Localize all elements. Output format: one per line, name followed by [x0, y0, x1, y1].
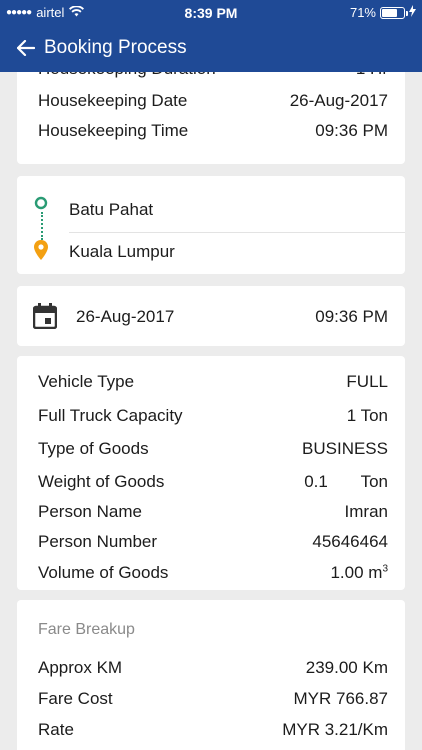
volume-value: 1.00 m	[330, 563, 383, 582]
fare-breakup-card: Fare Breakup Approx KM 239.00 Km Fare Co…	[17, 600, 405, 750]
vehicle-type-label: Vehicle Type	[38, 372, 135, 391]
route-divider	[69, 232, 405, 233]
fare-breakup-title: Fare Breakup	[38, 621, 135, 638]
approx-km-label: Approx KM	[38, 658, 123, 677]
back-arrow-icon[interactable]	[6, 28, 46, 68]
fare-cost-label: Fare Cost	[38, 689, 113, 708]
capacity-row: Full Truck Capacity 1 Ton	[38, 406, 388, 426]
goods-type-row: Type of Goods BUSINESS	[38, 439, 388, 459]
destination-marker-icon	[34, 240, 48, 265]
volume-row: Volume of Goods 1.00 m3	[38, 563, 388, 583]
origin-text[interactable]: Batu Pahat	[69, 200, 153, 220]
status-bar: ●●●●● airtel 8:39 PM 71%	[0, 0, 422, 24]
capacity-value: 1 Ton	[346, 406, 388, 425]
capacity-label: Full Truck Capacity	[38, 406, 183, 425]
weight-label: Weight of Goods	[38, 472, 165, 491]
person-number-value: 45646464	[312, 532, 388, 551]
housekeeping-time-value: 09:36 PM	[315, 121, 388, 140]
volume-label: Volume of Goods	[38, 563, 169, 582]
battery-percent: 71%	[349, 5, 376, 20]
vehicle-type-row: Vehicle Type FULL	[38, 372, 388, 392]
housekeeping-date-row: Housekeeping Date 26-Aug-2017	[38, 91, 388, 111]
weight-value-group: 0.1 Ton	[304, 472, 388, 492]
person-number-label: Person Number	[38, 532, 158, 551]
housekeeping-time-row: Housekeeping Time 09:36 PM	[38, 121, 388, 141]
weight-unit: Ton	[360, 472, 388, 491]
route-card: Batu Pahat Kuala Lumpur	[17, 176, 405, 274]
schedule-time: 09:36 PM	[315, 307, 388, 326]
rate-row: Rate MYR 3.21/Km	[38, 720, 388, 740]
schedule-date: 26-Aug-2017	[76, 307, 175, 326]
approx-km-row: Approx KM 239.00 Km	[38, 658, 388, 678]
approx-km-value: 239.00 Km	[305, 658, 388, 677]
fare-cost-row: Fare Cost MYR 766.87	[38, 689, 388, 709]
housekeeping-date-value: 26-Aug-2017	[289, 91, 388, 110]
calendar-icon[interactable]	[32, 303, 58, 334]
person-name-value: Imran	[344, 502, 388, 521]
person-name-row: Person Name Imran	[38, 502, 388, 522]
housekeeping-date-label: Housekeeping Date	[38, 91, 188, 110]
vehicle-type-value: FULL	[346, 372, 388, 391]
rate-value: MYR 3.21/Km	[282, 720, 388, 739]
battery-icon	[380, 6, 408, 19]
housekeeping-time-label: Housekeeping Time	[38, 121, 189, 140]
person-number-row: Person Number 45646464	[38, 532, 388, 552]
route-connector	[41, 212, 43, 240]
weight-value: 0.1	[304, 472, 328, 491]
volume-exponent: 3	[382, 563, 388, 575]
weight-row: Weight of Goods 0.1 Ton	[38, 472, 388, 492]
app-header: ●●●●● airtel 8:39 PM 71% Booking Process	[0, 0, 422, 72]
goods-type-label: Type of Goods	[38, 439, 149, 458]
booking-details-card: Vehicle Type FULL Full Truck Capacity 1 …	[17, 356, 405, 590]
fare-cost-value: MYR 766.87	[293, 689, 389, 708]
volume-value-group: 1.00 m3	[330, 563, 388, 583]
destination-text[interactable]: Kuala Lumpur	[69, 242, 175, 262]
schedule-card: 26-Aug-2017 09:36 PM	[17, 286, 405, 346]
goods-type-value: BUSINESS	[302, 439, 388, 458]
page-title: Booking Process	[44, 37, 187, 58]
charging-bolt-icon	[409, 5, 416, 20]
rate-label: Rate	[38, 720, 74, 739]
person-name-label: Person Name	[38, 502, 142, 521]
